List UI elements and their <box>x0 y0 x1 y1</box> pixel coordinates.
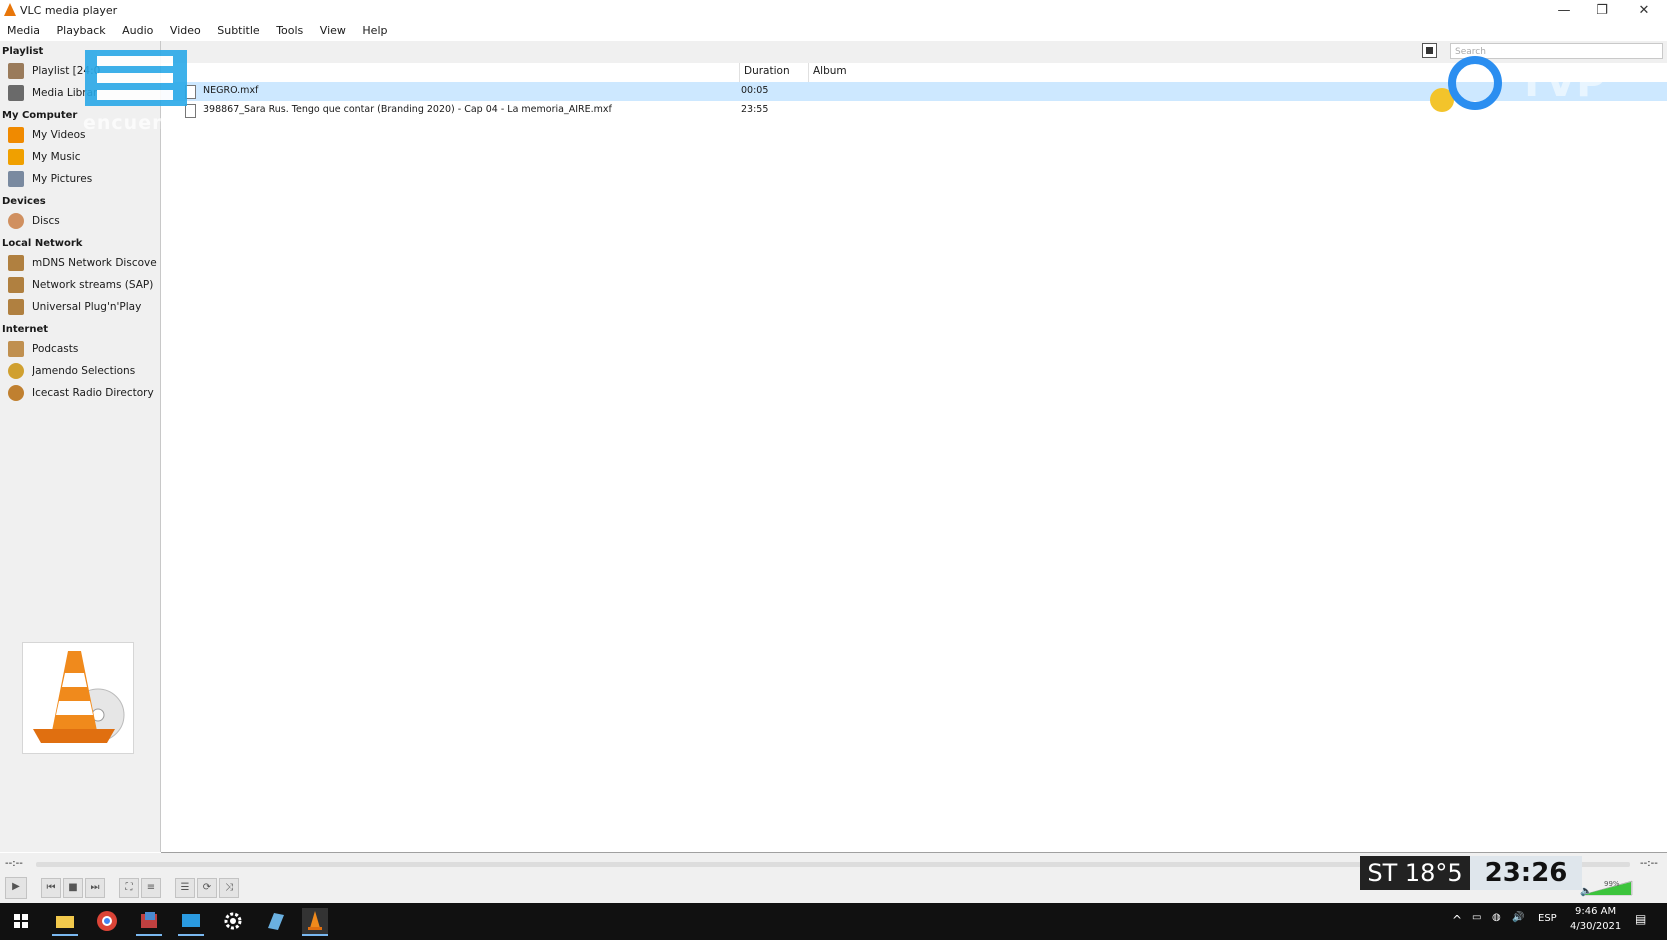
language-indicator[interactable]: ESP <box>1538 913 1557 924</box>
section-my-computer: My Computer <box>2 110 78 121</box>
sidebar-item-label: Universal Plug'n'Play <box>32 301 142 313</box>
remote-desktop-icon[interactable] <box>178 908 204 936</box>
pictures-icon <box>8 171 24 187</box>
menu-audio[interactable]: Audio <box>116 21 159 41</box>
sidebar-item-label: Discs <box>32 215 60 227</box>
chevron-up-icon[interactable]: ^ <box>1452 913 1462 927</box>
clock-date[interactable]: 4/30/2021 <box>1570 921 1621 932</box>
menu-video[interactable]: Video <box>164 21 207 41</box>
playlist-view-toggle-button[interactable] <box>1422 43 1437 58</box>
title-bar: VLC media player — ❐ ✕ <box>0 0 1667 21</box>
fullscreen-button[interactable]: ⛶ <box>119 878 139 898</box>
disc-icon <box>8 213 24 229</box>
volume-label: 99% <box>1604 880 1620 888</box>
play-button[interactable]: ▶ <box>5 877 27 899</box>
previous-button[interactable]: ⏮ <box>41 878 61 898</box>
playlist-toolbar <box>161 41 1667 63</box>
remaining-time: --:-- <box>1640 858 1658 869</box>
column-duration[interactable]: Duration <box>744 65 790 77</box>
app-icon[interactable] <box>136 908 162 936</box>
restore-button[interactable]: ❐ <box>1583 0 1621 21</box>
sidebar-item-upnp[interactable]: Universal Plug'n'Play <box>6 297 158 317</box>
playlist-toggle-button[interactable]: ☰ <box>175 878 195 898</box>
chrome-icon[interactable] <box>94 908 120 934</box>
loop-button[interactable]: ⟳ <box>197 878 217 898</box>
sidebar-item-label: Jamendo Selections <box>32 365 136 377</box>
tvp-logo-text: TVP <box>1518 60 1606 106</box>
playlist-area[interactable] <box>161 82 1667 852</box>
section-internet: Internet <box>2 324 49 335</box>
playlist-icon <box>8 63 24 79</box>
sidebar-item-label: mDNS Network Discovery <box>32 257 157 269</box>
sidebar-item-label: Network streams (SAP) <box>32 279 154 291</box>
stop-button[interactable]: ■ <box>63 878 83 898</box>
menu-help[interactable]: Help <box>356 21 393 41</box>
playlist-header: Duration Album <box>161 63 1667 83</box>
channel-logo-encuentro <box>85 50 187 106</box>
sidebar-item-my-music[interactable]: My Music <box>6 147 158 167</box>
network-globe-icon[interactable]: ◍ <box>1492 912 1501 923</box>
sidebar-item-label: My Music <box>32 151 81 163</box>
sidebar-item-jamendo[interactable]: Jamendo Selections <box>6 361 158 381</box>
network-icon <box>8 255 24 271</box>
network-icon <box>8 277 24 293</box>
sidebar-item-label: My Pictures <box>32 173 93 185</box>
section-local-network: Local Network <box>2 238 83 249</box>
videos-icon <box>8 127 24 143</box>
sidebar-item-mdns[interactable]: mDNS Network Discovery <box>6 253 158 273</box>
tvp-logo-ring <box>1448 56 1502 110</box>
clock-time[interactable]: 9:46 AM <box>1575 906 1616 917</box>
file-explorer-icon[interactable] <box>52 908 78 936</box>
menu-bar: Media Playback Audio Video Subtitle Tool… <box>0 21 1667 41</box>
sidebar-item-label: My Videos <box>32 129 86 141</box>
windows-start-icon[interactable] <box>8 908 34 934</box>
monitor-icon[interactable]: ▭ <box>1472 912 1481 923</box>
vlc-app-icon <box>4 3 16 16</box>
taskbar <box>0 903 1667 940</box>
minimize-button[interactable]: — <box>1545 0 1583 21</box>
sidebar-item-label: Podcasts <box>32 343 79 355</box>
radio-icon <box>8 385 24 401</box>
menu-tools[interactable]: Tools <box>270 21 309 41</box>
vlc-cone-icon <box>33 651 125 743</box>
extended-settings-button[interactable]: ≡ <box>141 878 161 898</box>
section-devices: Devices <box>2 196 46 207</box>
sidebar-item-podcasts[interactable]: Podcasts <box>6 339 158 359</box>
album-art <box>22 642 134 754</box>
menu-playback[interactable]: Playback <box>51 21 112 41</box>
music-icon <box>8 149 24 165</box>
jamendo-icon <box>8 363 24 379</box>
section-playlist: Playlist <box>2 46 44 57</box>
menu-subtitle[interactable]: Subtitle <box>211 21 265 41</box>
menu-media[interactable]: Media <box>1 21 46 41</box>
shuffle-button[interactable]: ⤨ <box>219 878 239 898</box>
notification-icon[interactable]: ▤ <box>1635 912 1646 926</box>
network-icon <box>8 299 24 315</box>
volume-icon[interactable]: 🔊 <box>1512 912 1524 923</box>
sidebar-item-icecast[interactable]: Icecast Radio Directory <box>6 383 158 403</box>
media-library-icon <box>8 85 24 101</box>
weather-overlay: ST 18°5 <box>1360 856 1470 890</box>
vlc-taskbar-icon[interactable] <box>302 908 328 936</box>
menu-view[interactable]: View <box>314 21 352 41</box>
sidebar-item-discs[interactable]: Discs <box>6 211 158 231</box>
column-separator <box>739 63 740 82</box>
sidebar-item-label: Icecast Radio Directory <box>32 387 154 399</box>
column-album[interactable]: Album <box>813 65 847 77</box>
sidebar-item-sap[interactable]: Network streams (SAP) <box>6 275 158 295</box>
sidebar-item-my-pictures[interactable]: My Pictures <box>6 169 158 189</box>
channel-logo-text: encuentro <box>83 112 202 134</box>
elapsed-time: --:-- <box>5 858 23 869</box>
app-icon-2[interactable] <box>262 908 288 934</box>
close-button[interactable]: ✕ <box>1625 0 1663 21</box>
next-button[interactable]: ⏭ <box>85 878 105 898</box>
settings-gear-icon[interactable] <box>220 908 246 934</box>
podcast-icon <box>8 341 24 357</box>
window-title: VLC media player <box>20 4 118 17</box>
column-separator <box>808 63 809 82</box>
clock-overlay: 23:26 <box>1470 856 1582 890</box>
speaker-icon[interactable]: 🔈 <box>1580 886 1592 897</box>
